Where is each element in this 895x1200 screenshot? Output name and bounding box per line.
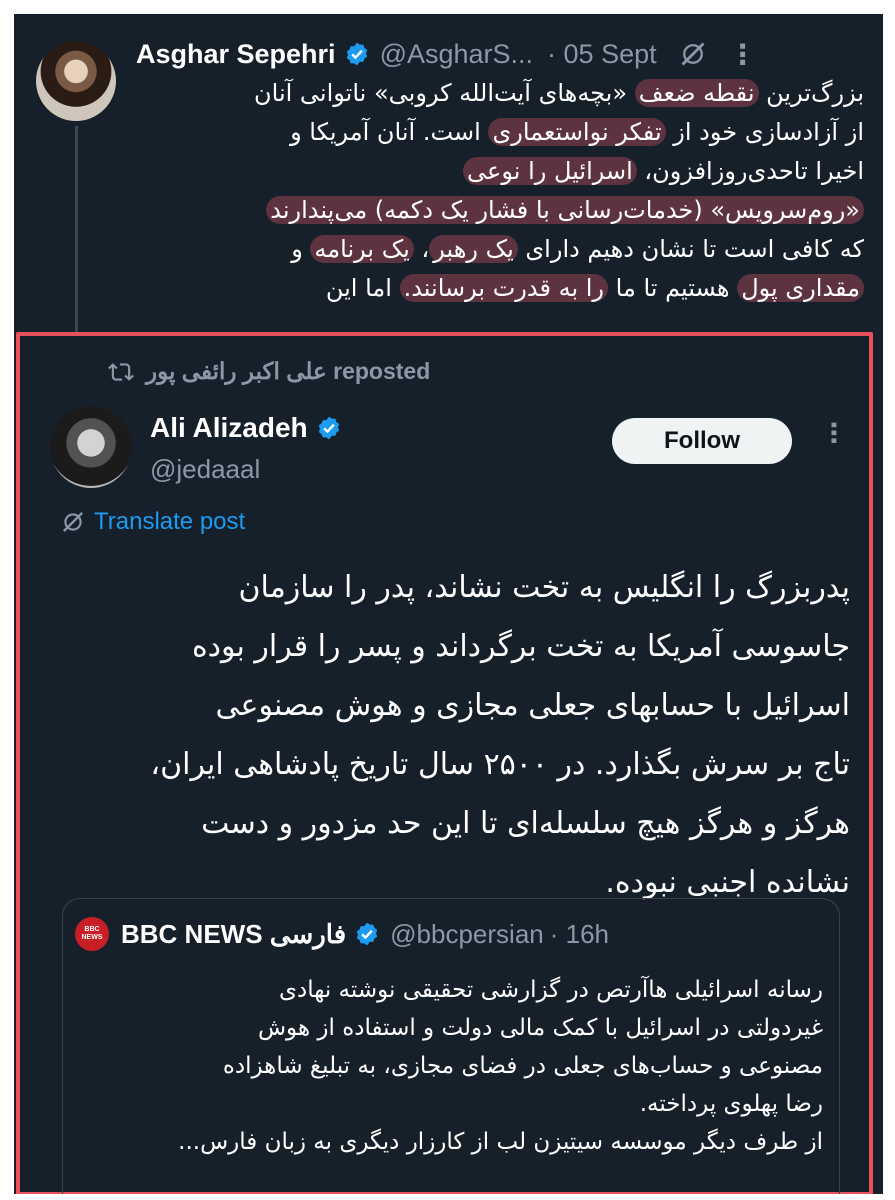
repost-author-name[interactable]: Ali Alizadeh: [150, 412, 308, 444]
post-date[interactable]: · 05 Sept: [547, 39, 657, 70]
highlighted-phrase: یک برنامه: [310, 235, 414, 263]
reposted-by-label[interactable]: علی اکبر رائفی پور reposted: [146, 358, 430, 385]
quoted-post-header: BBC NEWS BBC NEWS فارسی @bbcpersian · 16…: [75, 917, 609, 951]
repost-text: پدربزرگ را انگلیس به تخت نشاند، پدر را س…: [80, 558, 850, 912]
highlighted-phrase: را به قدرت برسانند.: [399, 274, 609, 302]
screenshot-frame: Asghar Sepehri @AsgharS... · 05 Sept ⋮ ب…: [14, 14, 883, 1194]
quoted-text-line: غیردولتی در اسرائیل با کمک مالی دولت و ا…: [257, 1015, 823, 1041]
quoted-text-line: رسانه اسرائیلی هاآرتص در گزارشی تحقیقی ن…: [278, 977, 823, 1003]
highlighted-phrase: «روم‌سرویس» (خدمات‌رسانی با فشار یک دکمه…: [266, 196, 864, 224]
repost-text-line: هرگز و هرگز هیچ سلسله‌ای تا این حد مزدور…: [201, 806, 850, 841]
quoted-post-time[interactable]: · 16h: [550, 919, 609, 950]
bbc-logo-line: NEWS: [81, 934, 103, 941]
text-segment: بزرگ‌ترین: [758, 79, 864, 107]
quoted-text-line: رضا پهلوی پرداخته.: [639, 1091, 823, 1117]
verified-icon: [318, 416, 339, 440]
quoted-text-line: از طرف دیگر موسسه سیتیزن لب از کارزار دی…: [178, 1129, 823, 1155]
post-text-line: مقداری پول هستیم تا ما را به قدرت برسانن…: [132, 269, 864, 308]
verified-icon: [346, 42, 367, 66]
highlighted-phrase: مقداری پول: [737, 274, 864, 302]
thread-line: [75, 126, 78, 334]
follow-button[interactable]: Follow: [612, 418, 792, 464]
repost-text-line: تاج بر سرش بگذارد. در ۲۵۰۰ سال تاریخ پاد…: [150, 747, 850, 782]
text-segment: که کافی است تا نشان دهیم دارای: [517, 235, 864, 263]
quoted-text-line: مصنوعی و حساب‌های جعلی در فضای مجازی، به…: [222, 1053, 823, 1079]
repost-text-line: پدربزرگ را انگلیس به تخت نشاند، پدر را س…: [238, 570, 850, 605]
quoted-author-name[interactable]: BBC NEWS فارسی: [121, 919, 346, 950]
text-segment: است. آنان آمریکا و: [290, 118, 489, 146]
bbc-logo[interactable]: BBC NEWS: [75, 917, 109, 951]
repost-author-avatar[interactable]: [50, 406, 132, 488]
more-options-icon[interactable]: ⋮: [729, 38, 758, 71]
highlighted-phrase: اسرائیل را نوعی: [463, 157, 637, 185]
translate-post-label[interactable]: Translate post: [94, 508, 245, 536]
verified-icon: [356, 922, 378, 946]
highlighted-phrase: نقطه ضعف: [634, 79, 759, 107]
post-text-line: که کافی است تا نشان دهیم دارای یک رهبر، …: [132, 230, 864, 269]
text-segment: از آزادسازی خود از: [665, 118, 864, 146]
text-segment: اخیرا تاحدی‌روزافزون،: [636, 157, 864, 185]
post-text-line: از آزادسازی خود از تفکر نواستعماری است. …: [132, 113, 864, 152]
translate-post-link[interactable]: Translate post: [60, 508, 245, 536]
repost-text-line: اسرائیل با حسابهای جعلی مجازی و هوش مصنو…: [215, 688, 850, 723]
repost-author-name-row: Ali Alizadeh: [150, 412, 342, 444]
author-handle[interactable]: @AsgharS...: [380, 39, 533, 70]
repost-indicator: علی اکبر رائفی پور reposted: [108, 358, 430, 385]
post-text-line: اخیرا تاحدی‌روزافزون، اسرائیل را نوعی: [132, 152, 864, 191]
post-text: بزرگ‌ترین نقطه ضعف «بچه‌های آیت‌الله کرو…: [132, 74, 864, 308]
repost-icon: [108, 362, 134, 381]
quoted-post-text: رسانه اسرائیلی هاآرتص در گزارشی تحقیقی ن…: [81, 971, 823, 1161]
text-segment: ،: [413, 235, 430, 263]
quoted-author-handle[interactable]: @bbcpersian: [390, 919, 544, 950]
grok-icon: [62, 511, 84, 533]
more-options-icon[interactable]: ···: [818, 420, 848, 444]
grok-icon[interactable]: [679, 40, 707, 68]
post-text-line: «روم‌سرویس» (خدمات‌رسانی با فشار یک دکمه…: [132, 191, 864, 230]
author-name[interactable]: Asghar Sepehri: [136, 39, 336, 70]
repost-author-handle[interactable]: @jedaaal: [150, 454, 260, 485]
post-header: Asghar Sepehri @AsgharS... · 05 Sept ⋮: [136, 34, 856, 74]
text-segment: اما این: [325, 274, 400, 302]
text-segment: «بچه‌های آیت‌الله کروبی» ناتوانی آنان: [254, 79, 635, 107]
highlighted-phrase: تفکر نواستعماری: [488, 118, 666, 146]
author-avatar[interactable]: [36, 41, 116, 121]
highlighted-phrase: یک رهبر: [429, 235, 518, 263]
reposted-post-card[interactable]: علی اکبر رائفی پور reposted Ali Alizadeh…: [16, 332, 873, 1194]
text-segment: و: [291, 235, 311, 263]
repost-text-line: جاسوسی آمریکا به تخت برگرداند و پسر را ق…: [191, 629, 850, 664]
text-segment: هستیم تا ما: [608, 274, 738, 302]
post-text-line: بزرگ‌ترین نقطه ضعف «بچه‌های آیت‌الله کرو…: [132, 74, 864, 113]
bbc-logo-line: BBC: [84, 926, 100, 933]
quoted-post[interactable]: BBC NEWS BBC NEWS فارسی @bbcpersian · 16…: [62, 898, 840, 1194]
